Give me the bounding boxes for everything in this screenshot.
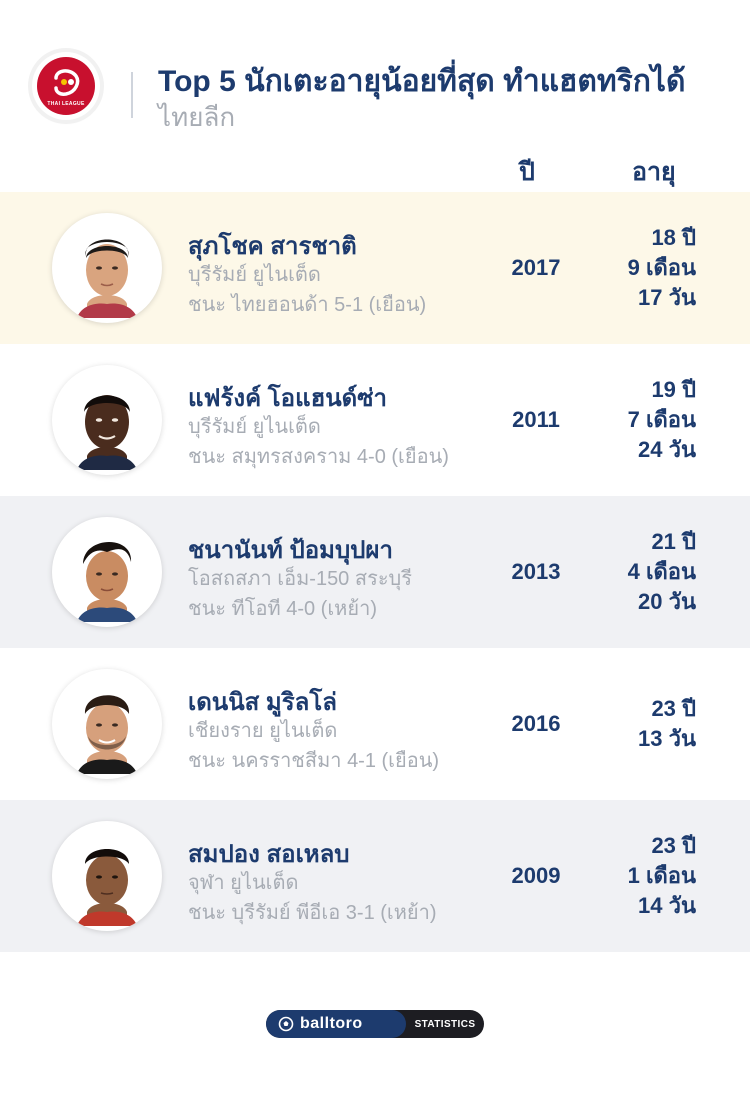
match-result: ชนะ บุรีรัมย์ พีอีเอ 3-1 (เหย้า) [188,902,437,924]
column-header-age: อายุ [632,158,676,186]
age-years: 19 ปี [651,377,696,402]
player-photo [52,365,162,475]
age-months: 9 เดือน [627,255,696,280]
player-row: ชนานันท์ ป้อมบุปผา โอสถสภา เอ็ม-150 สระบ… [0,496,750,648]
player-photo [52,213,162,323]
age-days: 20 วัน [638,589,696,614]
brand-name: balltoro [300,1015,363,1032]
page-subtitle: ไทยลีก [158,102,236,132]
match-result: ชนะ สมุทรสงคราม 4-0 (เยือน) [188,446,449,468]
age-months: 4 เดือน [627,559,696,584]
player-age: 23 ปี 1 เดือน 14 วัน [628,800,696,952]
age-months: 1 เดือน [627,863,696,888]
player-portrait-icon [77,849,137,926]
player-portrait-icon [77,695,137,774]
player-row: เดนนิส มูริลโล่ เชียงราย ยูไนเต็ด ชนะ นค… [0,648,750,800]
age-days: 13 วัน [638,726,696,751]
player-row: สุภโชค สารชาติ บุรีรัมย์ ยูไนเต็ด ชนะ ไท… [0,192,750,344]
player-row: แฟร้งค์ โอแฮนด์ซ่า บุรีรัมย์ ยูไนเต็ด ชน… [0,344,750,496]
header-divider [131,72,133,118]
player-club: โอสถสภา เอ็ม-150 สระบุรี [188,568,412,590]
header: THAI LEAGUE Top 5 นักเตะอายุน้อยที่สุด ท… [0,0,750,190]
player-club: จุฬา ยูไนเต็ด [188,872,299,894]
hattrick-year: 2009 [511,863,561,888]
page-title: Top 5 นักเตะอายุน้อยที่สุด ทำแฮตทริกได้ [158,65,686,98]
column-header-year: ปี [519,158,535,186]
football-icon [278,1016,294,1032]
player-club: เชียงราย ยูไนเต็ด [188,720,338,742]
player-club: บุรีรัมย์ ยูไนเต็ด [188,264,321,286]
player-club: บุรีรัมย์ ยูไนเต็ด [188,416,321,438]
age-years: 18 ปี [651,225,696,250]
statistics-tag: STATISTICS [414,1018,476,1030]
player-age: 19 ปี 7 เดือน 24 วัน [628,344,696,496]
hattrick-year: 2016 [511,711,561,736]
league-emblem-icon [54,69,80,96]
thai-league-logo: THAI LEAGUE [32,52,100,120]
player-portrait-icon [77,395,137,470]
age-days: 14 วัน [638,893,696,918]
player-age: 21 ปี 4 เดือน 20 วัน [628,496,696,648]
age-days: 17 วัน [638,285,696,310]
player-photo [52,517,162,627]
player-age: 23 ปี 13 วัน [638,648,696,800]
player-list: สุภโชค สารชาติ บุรีรัมย์ ยูไนเต็ด ชนะ ไท… [0,192,750,952]
age-years: 23 ปี [651,696,696,721]
balltoro-badge: balltoro STATISTICS [266,1010,484,1038]
logo-caption: THAI LEAGUE [47,101,85,107]
hattrick-year: 2011 [512,407,560,432]
player-portrait-icon [77,541,137,622]
match-result: ชนะ ทีโอที 4-0 (เหย้า) [188,598,377,620]
player-photo [52,821,162,931]
match-result: ชนะ ไทยฮอนด้า 5-1 (เยือน) [188,294,427,316]
age-years: 23 ปี [651,833,696,858]
hattrick-year: 2013 [511,559,561,584]
player-photo [52,669,162,779]
age-years: 21 ปี [651,529,696,554]
player-age: 18 ปี 9 เดือน 17 วัน [628,192,696,344]
hattrick-year: 2017 [511,255,561,280]
age-months: 7 เดือน [627,407,696,432]
match-result: ชนะ นครราชสีมา 4-1 (เยือน) [188,750,440,772]
age-days: 24 วัน [638,437,696,462]
brand-pill: balltoro [266,1010,406,1038]
player-row: สมปอง สอเหลบ จุฬา ยูไนเต็ด ชนะ บุรีรัมย์… [0,800,750,952]
player-portrait-icon [77,239,137,318]
